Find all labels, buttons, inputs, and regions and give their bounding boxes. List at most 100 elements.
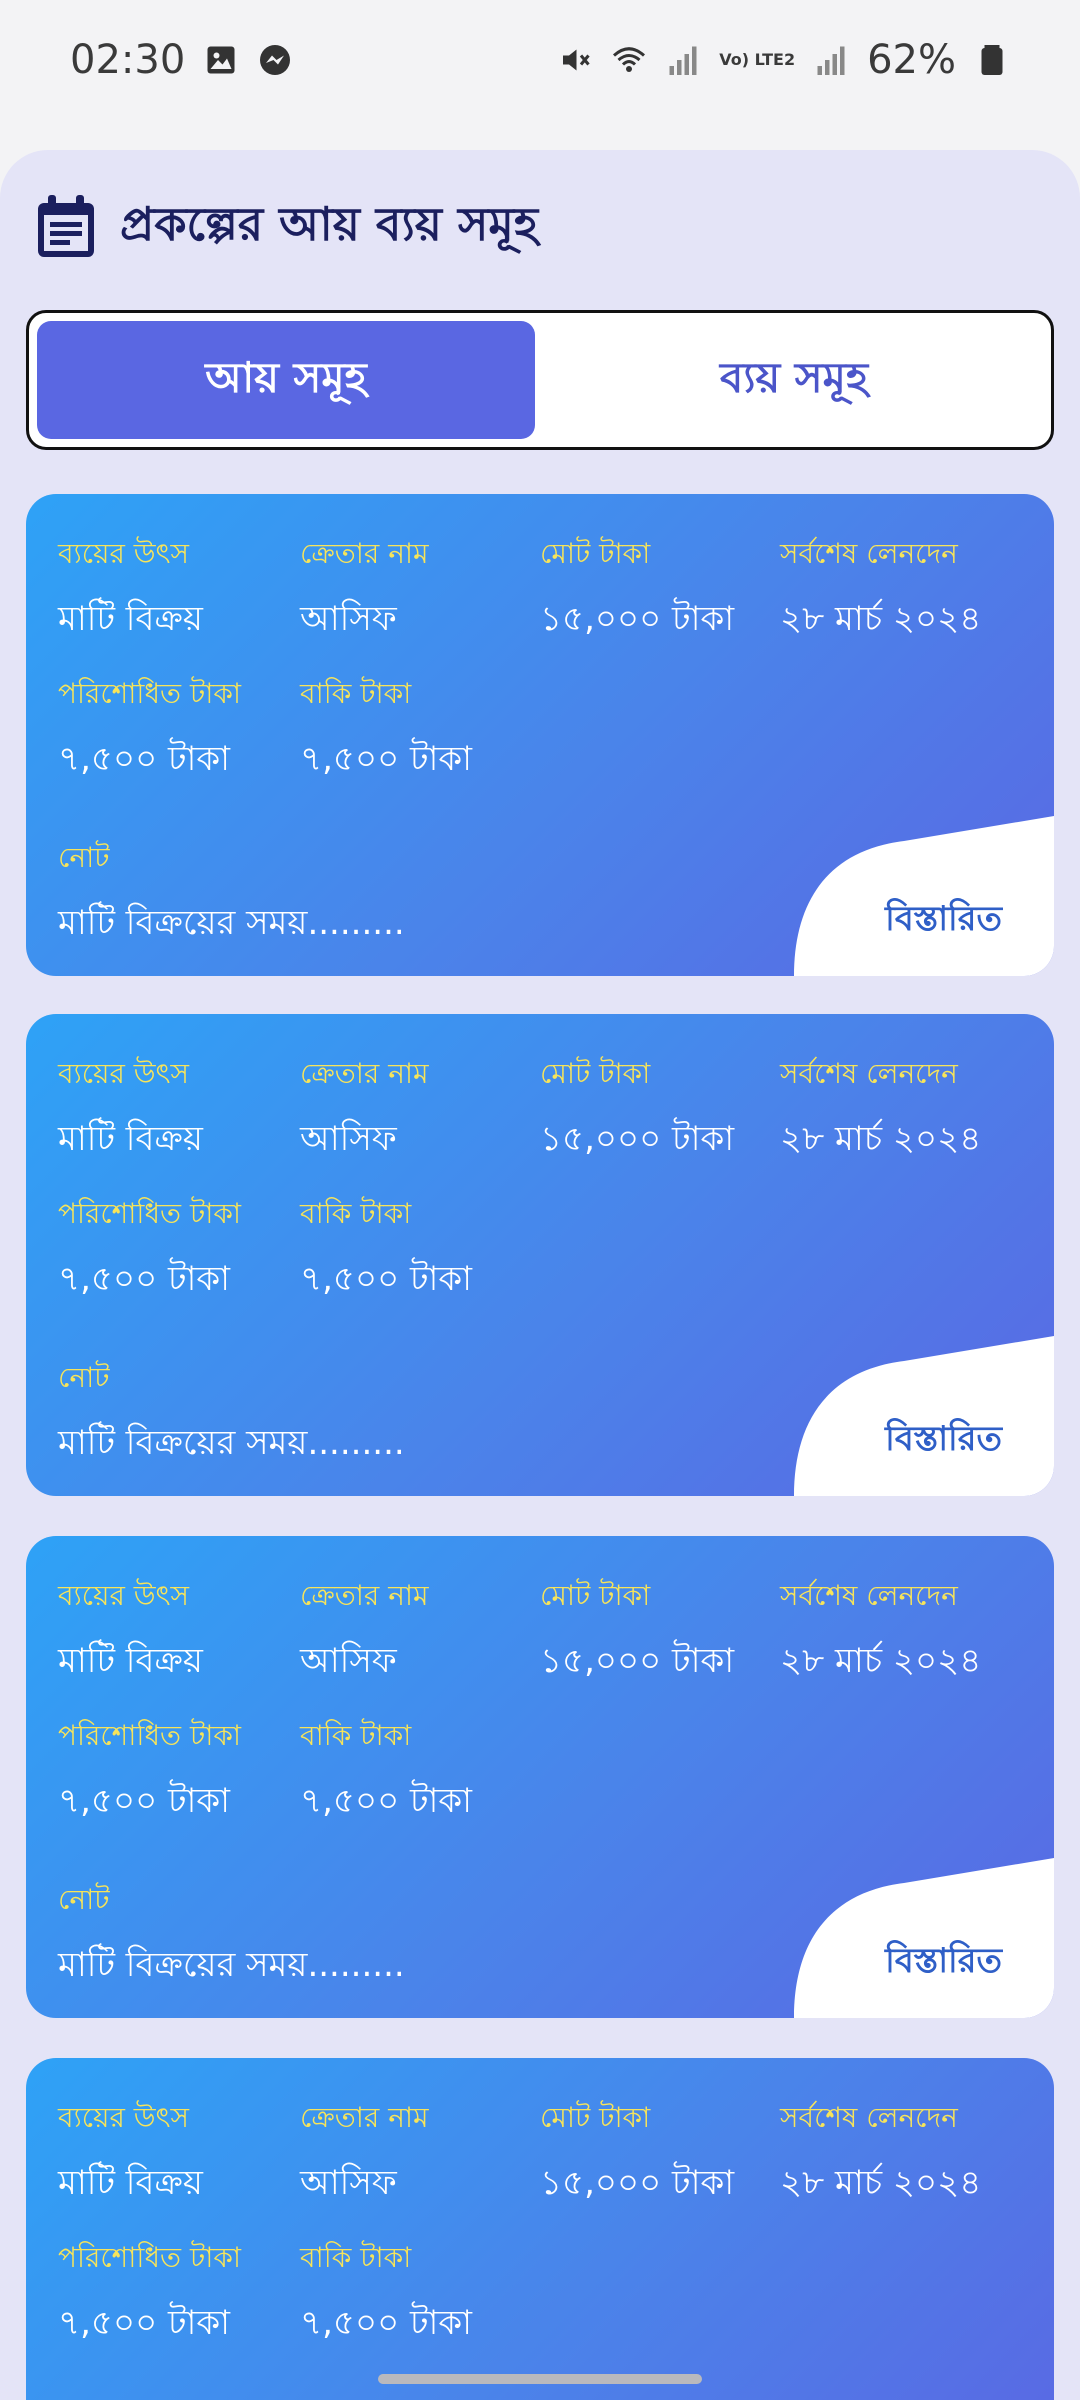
field-buyer: ক্রেতার নাম আসিফ	[300, 1574, 429, 1692]
field-paid: পরিশোধিত টাকা ৭,৫০০ টাকা	[58, 1714, 241, 1832]
mute-icon	[563, 49, 590, 71]
field-label: ক্রেতার নাম	[300, 2101, 429, 2134]
field-label: মোট টাকা	[540, 537, 651, 570]
field-value: ৭,৫০০ টাকা	[300, 2303, 473, 2343]
field-label: সর্বশেষ লেনদেন	[780, 537, 958, 570]
field-note: নোট মাটি বিক্রয়ের সময়.........	[58, 836, 405, 954]
field-value: মাটি বিক্রয়	[58, 2163, 203, 2203]
field-value: মাটি বিক্রয়	[58, 1119, 203, 1159]
field-value: মাটি বিক্রয়ের সময়.........	[58, 1423, 405, 1463]
field-value: মাটি বিক্রয়ের সময়.........	[58, 1945, 405, 1985]
field-label: মোট টাকা	[540, 1057, 651, 1090]
page-header: প্রকল্পের আয় ব্যয় সমূহ	[34, 190, 538, 266]
field-note: নোট মাটি বিক্রয়ের সময়.........	[58, 1878, 405, 1996]
field-paid: পরিশোধিত টাকা ৭,৫০০ টাকা	[58, 1192, 241, 1310]
field-value: ১৫,০০০ টাকা	[540, 1641, 735, 1681]
field-label: ব্যয়ের উৎস	[58, 2101, 190, 2134]
field-label: বাকি টাকা	[300, 677, 412, 710]
signal-icon	[669, 46, 697, 75]
field-total: মোট টাকা ১৫,০০০ টাকা	[540, 532, 734, 650]
field-value: ১৫,০০০ টাকা	[540, 1119, 735, 1159]
field-value: ২৮ মার্চ ২০২৪	[780, 2163, 982, 2203]
field-due: বাকি টাকা ৭,৫০০ টাকা	[300, 2236, 472, 2354]
field-label: পরিশোধিত টাকা	[58, 1197, 242, 1230]
field-label: পরিশোধিত টাকা	[58, 1719, 242, 1752]
field-note: নোট মাটি বিক্রয়ের সময়.........	[58, 1356, 405, 1474]
calendar-icon	[38, 195, 94, 257]
field-value: ১৫,০০০ টাকা	[540, 599, 735, 639]
transaction-card[interactable]: ব্যয়ের উৎস মাটি বিক্রয় ক্রেতার নাম আসি…	[26, 1014, 1054, 1496]
field-label: সর্বশেষ লেনদেন	[780, 1057, 958, 1090]
battery-icon	[981, 45, 1003, 75]
field-buyer: ক্রেতার নাম আসিফ	[300, 532, 429, 650]
field-label: পরিশোধিত টাকা	[58, 677, 242, 710]
status-bar-left: 02:30	[70, 37, 293, 83]
field-value: ৭,৫০০ টাকা	[58, 2303, 231, 2343]
tab-bar: আয় সমূহ ব্যয় সমূহ	[26, 310, 1054, 450]
field-total: মোট টাকা ১৫,০০০ টাকা	[540, 2096, 734, 2214]
field-buyer: ক্রেতার নাম আসিফ	[300, 2096, 429, 2214]
gesture-nav-handle[interactable]	[378, 2374, 702, 2384]
details-button[interactable]: বিস্তারিত	[885, 1413, 1002, 1470]
field-label: সর্বশেষ লেনদেন	[780, 1579, 958, 1612]
field-label: ক্রেতার নাম	[300, 1579, 429, 1612]
field-last-transaction: সর্বশেষ লেনদেন ২৮ মার্চ ২০২৪	[780, 1052, 981, 1170]
field-paid: পরিশোধিত টাকা ৭,৫০০ টাকা	[58, 2236, 241, 2354]
field-due: বাকি টাকা ৭,৫০০ টাকা	[300, 1714, 472, 1832]
field-label: ব্যয়ের উৎস	[58, 537, 190, 570]
field-paid: পরিশোধিত টাকা ৭,৫০০ টাকা	[58, 672, 241, 790]
field-label: নোট	[58, 841, 110, 874]
transaction-card[interactable]: ব্যয়ের উৎস মাটি বিক্রয় ক্রেতার নাম আসি…	[26, 1536, 1054, 2018]
image-icon	[207, 46, 235, 74]
messenger-icon	[260, 45, 291, 75]
field-label: মোট টাকা	[540, 2101, 651, 2134]
field-label: বাকি টাকা	[300, 1719, 412, 1752]
field-value: ২৮ মার্চ ২০২৪	[780, 1641, 982, 1681]
field-value: ২৮ মার্চ ২০২৪	[780, 1119, 982, 1159]
field-value: আসিফ	[300, 1641, 397, 1681]
field-label: নোট	[58, 1361, 110, 1394]
field-value: ১৫,০০০ টাকা	[540, 2163, 735, 2203]
field-due: বাকি টাকা ৭,৫০০ টাকা	[300, 1192, 472, 1310]
field-value: ৭,৫০০ টাকা	[58, 739, 231, 779]
main-panel: প্রকল্পের আয় ব্যয় সমূহ আয় সমূহ ব্যয় …	[0, 150, 1080, 2400]
field-value: ৭,৫০০ টাকা	[300, 739, 473, 779]
field-source: ব্যয়ের উৎস মাটি বিক্রয়	[58, 1052, 203, 1170]
field-due: বাকি টাকা ৭,৫০০ টাকা	[300, 672, 472, 790]
field-last-transaction: সর্বশেষ লেনদেন ২৮ মার্চ ২০২৪	[780, 1574, 981, 1692]
field-value: আসিফ	[300, 599, 397, 639]
field-buyer: ক্রেতার নাম আসিফ	[300, 1052, 429, 1170]
field-value: ৭,৫০০ টাকা	[300, 1259, 473, 1299]
field-label: ব্যয়ের উৎস	[58, 1057, 190, 1090]
details-button[interactable]: বিস্তারিত	[885, 893, 1002, 950]
field-label: বাকি টাকা	[300, 2241, 412, 2274]
field-value: মাটি বিক্রয়	[58, 1641, 203, 1681]
lte-indicator: Vo) LTE2	[719, 50, 796, 69]
field-label: সর্বশেষ লেনদেন	[780, 2101, 958, 2134]
field-total: মোট টাকা ১৫,০০০ টাকা	[540, 1052, 734, 1170]
field-source: ব্যয়ের উৎস মাটি বিক্রয়	[58, 532, 203, 650]
page-title: প্রকল্পের আয় ব্যয় সমূহ	[120, 197, 539, 251]
status-time: 02:30	[70, 37, 186, 83]
field-value: ৭,৫০০ টাকা	[300, 1781, 473, 1821]
tab-expense[interactable]: ব্যয় সমূহ	[545, 321, 1043, 439]
transaction-card[interactable]: ব্যয়ের উৎস মাটি বিক্রয় ক্রেতার নাম আসি…	[26, 494, 1054, 976]
field-label: পরিশোধিত টাকা	[58, 2241, 242, 2274]
field-value: ২৮ মার্চ ২০২৪	[780, 599, 982, 639]
field-value: ৭,৫০০ টাকা	[58, 1781, 231, 1821]
tab-income[interactable]: আয় সমূহ	[37, 321, 535, 439]
transaction-card[interactable]: ব্যয়ের উৎস মাটি বিক্রয় ক্রেতার নাম আসি…	[26, 2058, 1054, 2400]
field-source: ব্যয়ের উৎস মাটি বিক্রয়	[58, 2096, 203, 2214]
field-source: ব্যয়ের উৎস মাটি বিক্রয়	[58, 1574, 203, 1692]
status-bar-right: Vo) LTE2 62%	[557, 37, 1010, 83]
field-total: মোট টাকা ১৫,০০০ টাকা	[540, 1574, 734, 1692]
signal-icon	[817, 46, 845, 75]
field-label: ক্রেতার নাম	[300, 1057, 429, 1090]
field-label: বাকি টাকা	[300, 1197, 412, 1230]
details-button[interactable]: বিস্তারিত	[885, 1935, 1002, 1992]
field-last-transaction: সর্বশেষ লেনদেন ২৮ মার্চ ২০২৪	[780, 532, 981, 650]
field-value: মাটি বিক্রয়ের সময়.........	[58, 903, 405, 943]
field-label: নোট	[58, 1883, 110, 1916]
field-value: ৭,৫০০ টাকা	[58, 1259, 231, 1299]
wifi-icon	[613, 47, 646, 72]
